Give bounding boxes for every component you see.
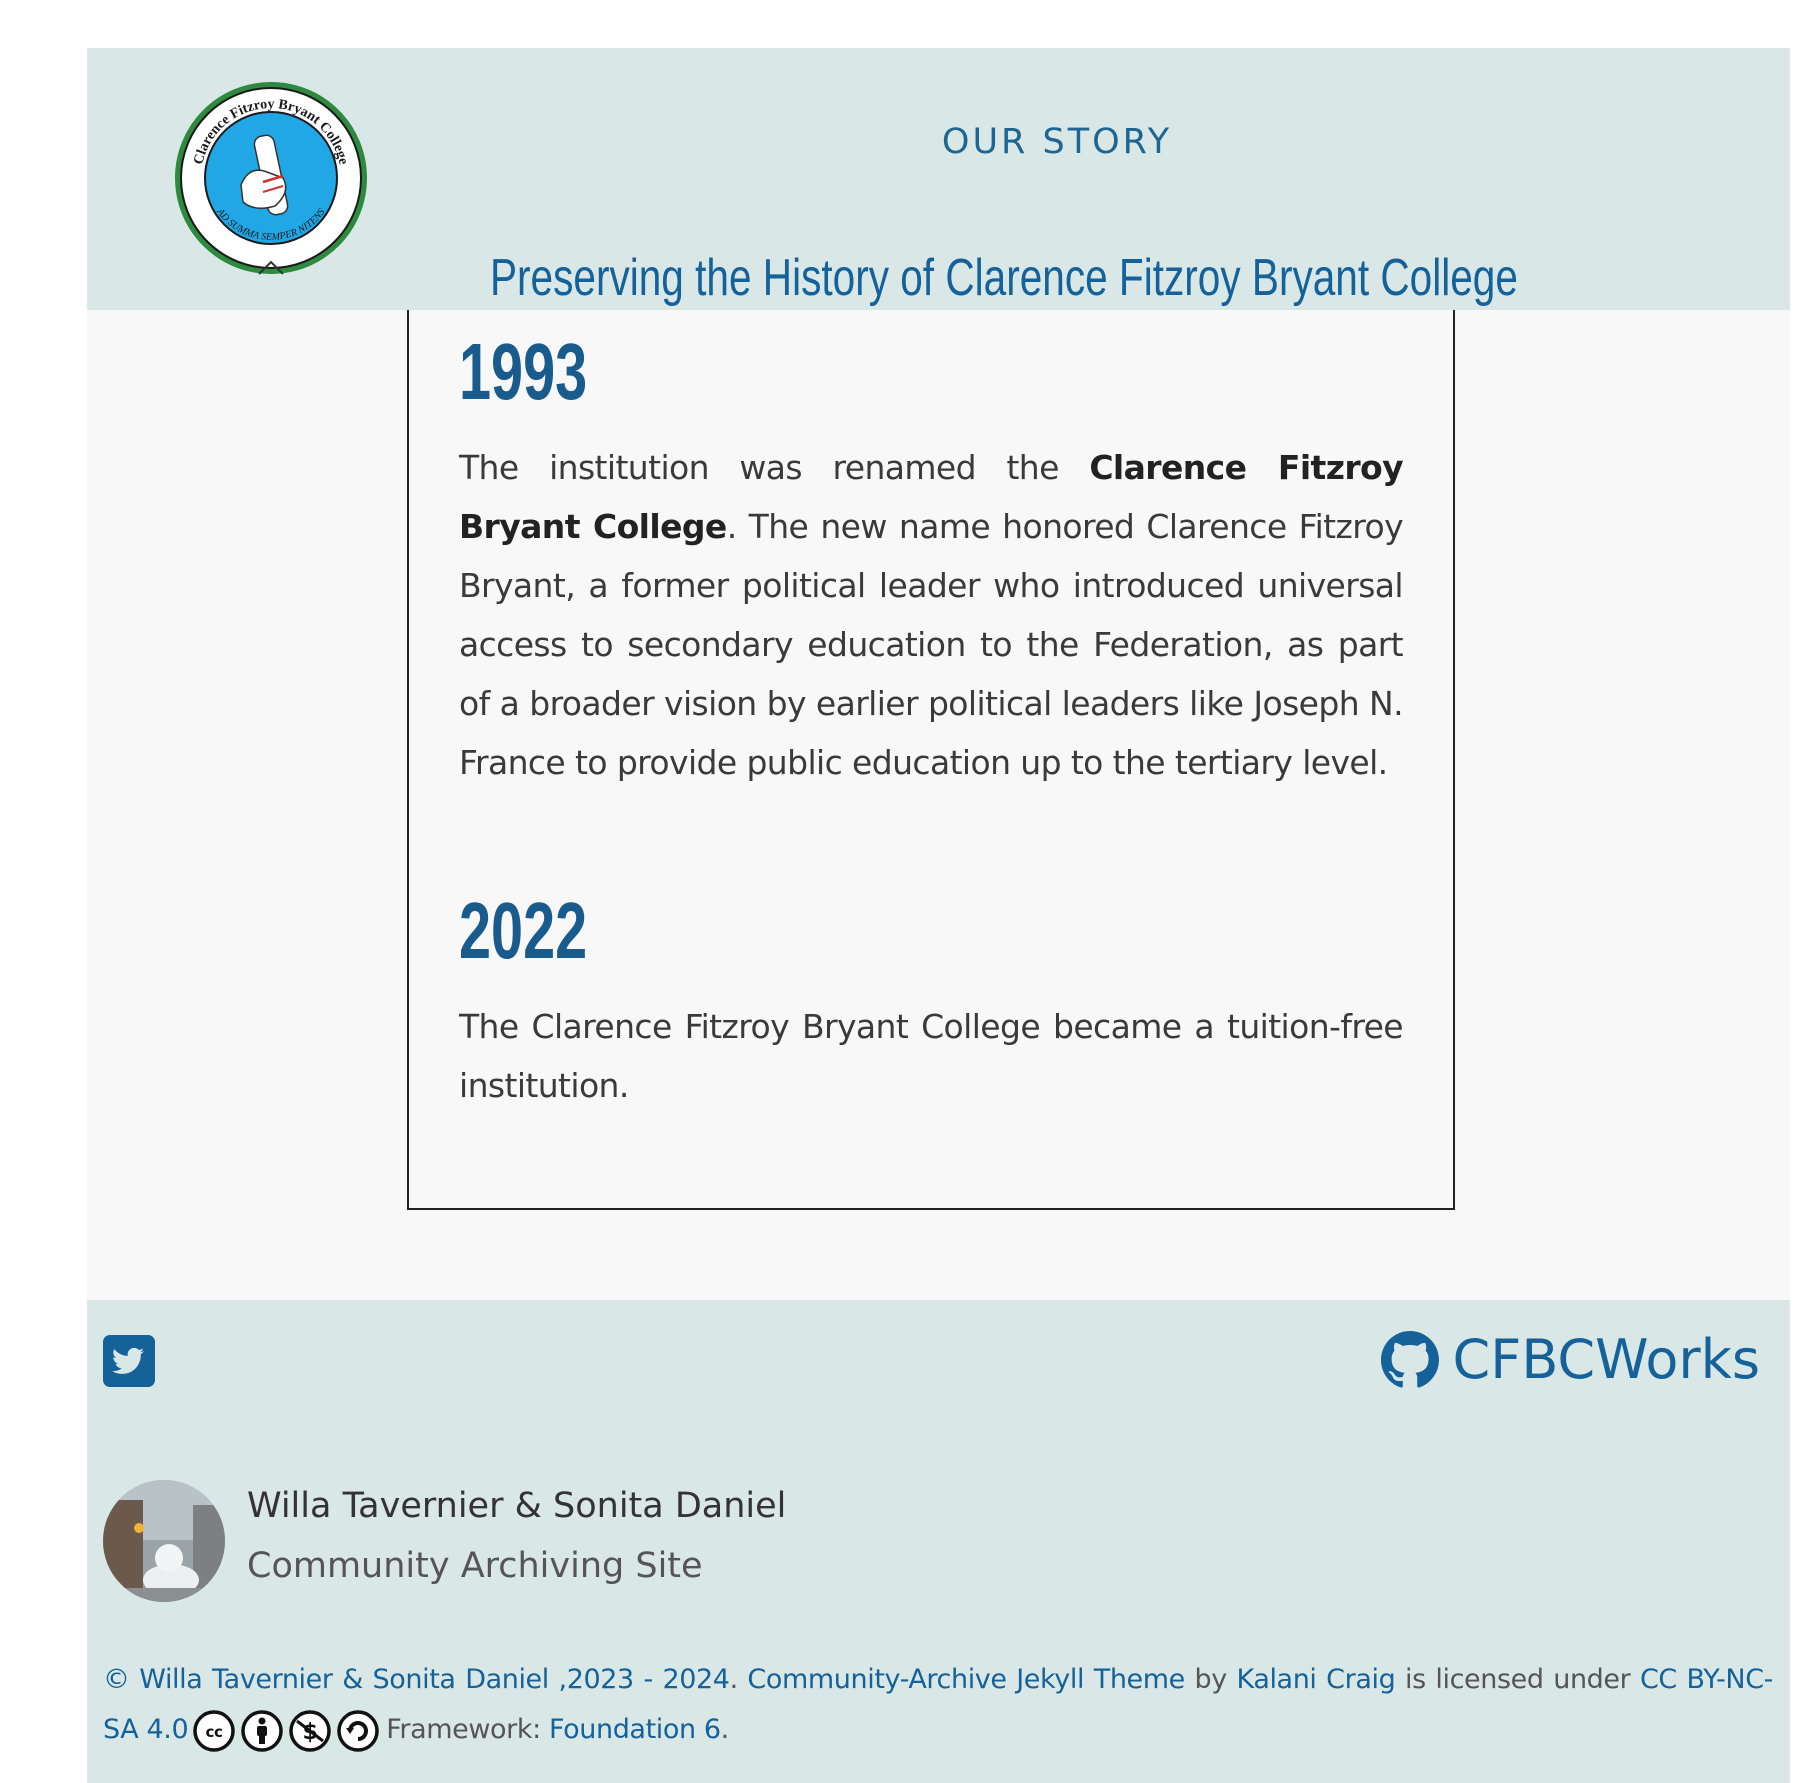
avatar-photo <box>103 1480 225 1602</box>
separator: . <box>729 1664 748 1695</box>
attribution-icon <box>241 1709 283 1752</box>
college-logo[interactable]: Clarence Fitzroy Bryant College AD SUMMA… <box>171 80 371 284</box>
svg-text:cc: cc <box>206 1723 223 1741</box>
entry-text-part: The institution was renamed the <box>459 448 1090 487</box>
credits: © Willa Tavernier & Sonita Daniel ,2023 … <box>103 1655 1773 1755</box>
twitter-link[interactable] <box>103 1335 155 1387</box>
story-card: 1993 The institution was renamed the Cla… <box>407 310 1455 1210</box>
copyright-link[interactable]: © Willa Tavernier & Sonita Daniel ,2023 … <box>103 1664 730 1695</box>
page: Clarence Fitzroy Bryant College AD SUMMA… <box>87 48 1790 1783</box>
site-header: Clarence Fitzroy Bryant College AD SUMMA… <box>87 48 1790 310</box>
entry-year: 1993 <box>459 327 588 416</box>
entry-text: The institution was renamed the Clarence… <box>459 438 1404 792</box>
theme-author-link[interactable]: Kalani Craig <box>1236 1664 1395 1695</box>
cc-icons: cc $ <box>192 1709 380 1753</box>
timeline-entry-2022: 2022 The Clarence Fitzroy Bryant College… <box>459 886 1404 1115</box>
entry-text-part: . The new name honored Clarence Fitzroy … <box>459 507 1404 782</box>
site-title: Preserving the History of Clarence Fitzr… <box>490 249 1518 307</box>
theme-link[interactable]: Community-Archive Jekyll Theme <box>747 1664 1185 1695</box>
github-icon <box>1380 1330 1439 1388</box>
author-name: Willa Tavernier & Sonita Daniel <box>247 1486 787 1526</box>
timeline-entry-1993: 1993 The institution was renamed the Cla… <box>459 327 1404 792</box>
by-text: by <box>1184 1664 1237 1695</box>
nav-our-story[interactable]: OUR STORY <box>827 122 1287 162</box>
college-seal-icon: Clarence Fitzroy Bryant College AD SUMMA… <box>175 82 367 275</box>
cc-icon: cc <box>193 1709 235 1752</box>
site-footer: CFBCWorks Willa Tavernier & Sonita Danie… <box>87 1300 1790 1783</box>
twitter-icon <box>103 1335 155 1387</box>
avatar <box>103 1480 225 1602</box>
framework-link[interactable]: Foundation 6 <box>549 1714 721 1745</box>
sharealike-icon <box>337 1709 379 1752</box>
period: . <box>720 1714 730 1745</box>
entry-text: The Clarence Fitzroy Bryant College beca… <box>459 1007 1404 1105</box>
author-subtitle: Community Archiving Site <box>247 1546 703 1586</box>
entry-year: 2022 <box>459 886 588 975</box>
framework-label: Framework: <box>386 1714 549 1745</box>
github-label: CFBCWorks <box>1452 1328 1760 1391</box>
licensed-text: is licensed under <box>1395 1664 1640 1695</box>
github-link[interactable]: CFBCWorks <box>1380 1328 1760 1391</box>
noncommercial-icon: $ <box>289 1709 331 1752</box>
